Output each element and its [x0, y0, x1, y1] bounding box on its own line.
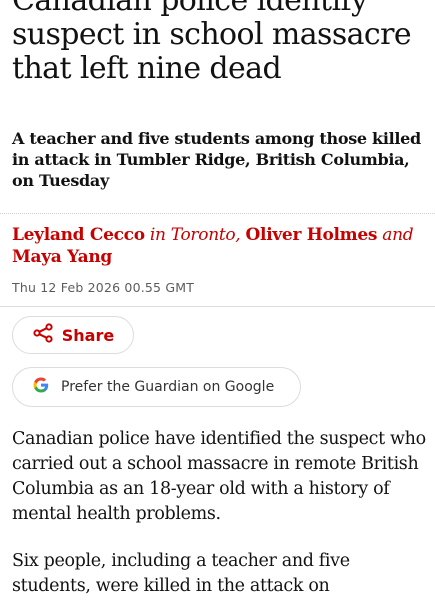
prefer-guardian-on-google-button[interactable]: Prefer the Guardian on Google	[12, 367, 301, 407]
divider-solid	[0, 306, 435, 307]
divider-dotted	[0, 213, 435, 214]
author-link-maya-yang[interactable]: Maya Yang	[12, 247, 112, 267]
article-paragraph: Six people, including a teacher and five…	[12, 551, 350, 596]
author-link-oliver-holmes[interactable]: Oliver Holmes	[246, 225, 378, 245]
publish-date: Thu 12 Feb 2026 00.55 GMT	[12, 280, 195, 295]
author-link-leyland-cecco[interactable]: Leyland Cecco	[12, 225, 145, 245]
article-paragraph: Canadian police have identified the susp…	[12, 429, 426, 524]
headline: Canadian police identify suspect in scho…	[12, 0, 412, 86]
share-button-label: Share	[61, 325, 115, 345]
standfirst: A teacher and five students among those …	[12, 129, 421, 190]
share-button[interactable]: Share	[12, 316, 134, 354]
google-g-icon	[33, 377, 49, 397]
prefer-guardian-label: Prefer the Guardian on Google	[61, 379, 275, 395]
share-icon	[32, 322, 54, 348]
byline-location: in Toronto,	[149, 225, 241, 245]
byline: Leyland Cecco in Toronto, Oliver Holmes …	[12, 224, 427, 268]
byline-conjunction: and	[382, 225, 414, 245]
